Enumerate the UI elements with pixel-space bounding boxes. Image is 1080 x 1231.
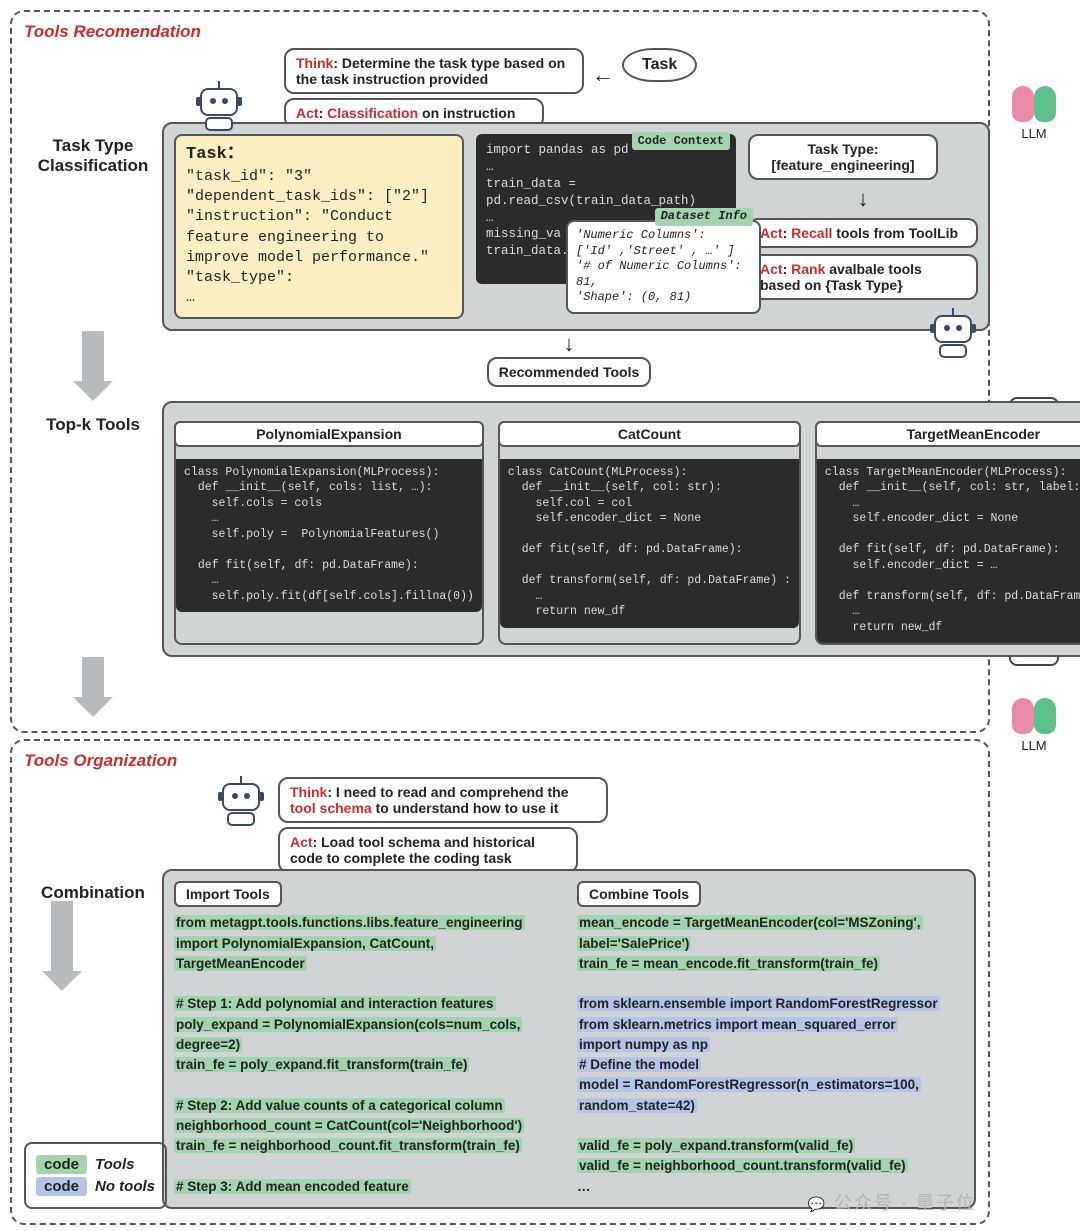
tool-target-mean-encoder: TargetMeanEncoder class TargetMeanEncode… xyxy=(815,421,1080,646)
flow-arrow-down-icon xyxy=(42,901,82,991)
robot-icon xyxy=(926,309,980,363)
llm-label-2: LLM xyxy=(998,738,1070,753)
arrow-left-icon: ← xyxy=(592,62,614,88)
act-bubble-load-schema: Act: Load tool schema and historical cod… xyxy=(278,827,578,873)
legend-box: code Tools code No tools xyxy=(24,1142,167,1209)
recommended-tools-label: Recommended Tools xyxy=(487,357,652,387)
tool-catcount: CatCount class CatCount(MLProcess): def … xyxy=(498,421,801,646)
act-bubble-rank: Act: Rank avalbale tools based on {Task … xyxy=(748,254,978,300)
dataset-info-box: Dataset Info 'Numeric Columns': ['Id' ,'… xyxy=(566,220,761,314)
top-k-card: PolynomialExpansion class PolynomialExpa… xyxy=(162,401,1080,658)
robot-icon xyxy=(214,777,268,831)
watermark-text: 💬 公众号 · 量子位 xyxy=(808,1189,976,1215)
import-tools-header: Import Tools xyxy=(174,881,282,907)
robot-icon xyxy=(192,82,246,136)
flow-arrow-down-icon xyxy=(73,331,113,401)
code-context-label: Code Context xyxy=(632,132,730,150)
arrow-down-icon: ↓ xyxy=(162,331,976,357)
combination-card: Import Tools from metagpt.tools.function… xyxy=(162,869,976,1209)
task-json-box: Task： "task_id": "3" "dependent_task_ids… xyxy=(174,134,464,319)
combine-tools-code: mean_encode = TargetMeanEncoder(col='MSZ… xyxy=(577,913,964,1197)
task-type-output: Task Type: [feature_engineering] xyxy=(748,134,938,180)
dataset-info-label: Dataset Info xyxy=(655,208,753,226)
tool-polynomial-expansion: PolynomialExpansion class PolynomialExpa… xyxy=(174,421,484,646)
recommendation-panel: Tools Recomendation Think: Determine the… xyxy=(10,10,990,733)
label-task-type-classification: Task Type Classification xyxy=(24,122,162,189)
think-bubble-task-type: Think: Determine the task type based on … xyxy=(284,48,584,94)
classification-card: Task： "task_id": "3" "dependent_task_ids… xyxy=(162,122,990,331)
combine-tools-header: Combine Tools xyxy=(577,881,701,907)
tool-code-1: class PolynomialExpansion(MLProcess): de… xyxy=(176,459,482,613)
flow-arrow-down-icon xyxy=(73,657,113,717)
recommendation-title: Tools Recomendation xyxy=(24,22,976,42)
organization-panel: Tools Organization Think: I need to read… xyxy=(10,739,990,1225)
task-cloud: Task xyxy=(622,48,697,82)
tool-code-2: class CatCount(MLProcess): def __init__(… xyxy=(500,459,799,628)
brain-icon xyxy=(1012,86,1056,124)
organization-title: Tools Organization xyxy=(24,751,976,771)
arrow-down-icon: ↓ xyxy=(858,186,869,212)
act-bubble-recall: Act: Recall tools from ToolLib xyxy=(748,218,978,248)
brain-icon xyxy=(1012,698,1056,736)
think-bubble-schema: Think: I need to read and comprehend the… xyxy=(278,777,608,823)
import-tools-code: from metagpt.tools.functions.libs.featur… xyxy=(174,913,561,1197)
tool-code-3: class TargetMeanEncoder(MLProcess): def … xyxy=(817,459,1080,644)
llm-label: LLM xyxy=(998,126,1070,141)
label-top-k-tools: Top-k Tools xyxy=(24,401,162,449)
